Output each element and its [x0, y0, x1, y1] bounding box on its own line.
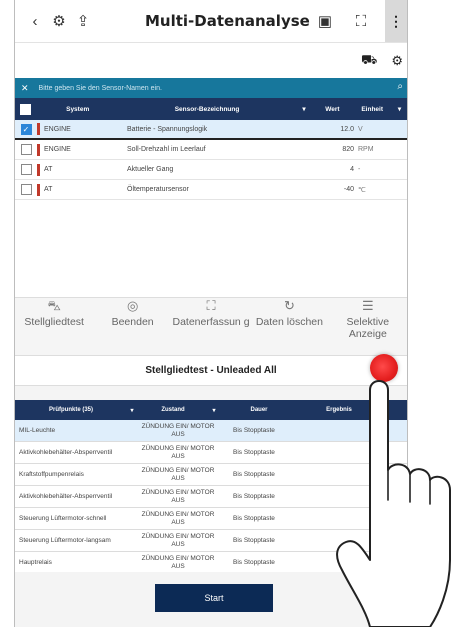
test-name-cell: Aktivkohlebehälter-Absperrventil: [19, 492, 113, 500]
sensor-table-empty-area: [15, 200, 407, 298]
title-bar: ‹ ⚙ ⇪ Multi-Datenanalyse ▣ ⛶ ⋮: [15, 0, 407, 42]
refresh-icon: ↻: [283, 298, 295, 313]
duration-cell: Bis Stopptaste: [233, 471, 275, 478]
value-cell: 4: [350, 166, 354, 173]
fullscreen-icon[interactable]: ⛶: [349, 13, 373, 30]
stellgliedtest-label: Stellgliedtest: [24, 316, 84, 328]
duration-cell: Bis Stopptaste: [233, 515, 275, 522]
selektive-anzeige-button[interactable]: ☰ Selektive Anzeige: [329, 298, 407, 355]
stellgliedtest-button[interactable]: ⛍ Stellgliedtest: [15, 298, 93, 355]
col-unit[interactable]: Einheit: [352, 106, 392, 113]
sensor-name-cell: Aktueller Gang: [127, 166, 174, 173]
page-title: Multi-Datenanalyse: [145, 12, 310, 30]
search-icon[interactable]: ⌕: [397, 81, 403, 92]
sensor-table-header: System Sensor-Bezeichnung ▾ Wert Einheit…: [15, 98, 407, 120]
value-cell: 820: [342, 146, 354, 153]
more-vert-icon[interactable]: ⋮: [385, 0, 407, 42]
search-input[interactable]: Bitte geben Sie den Sensor-Namen ein.: [39, 85, 162, 92]
datenerfassung-button[interactable]: ⛶ Datenerfassun g: [172, 298, 250, 355]
datenerfassung-label: Datenerfassun g: [172, 316, 250, 328]
state-cell: ZÜNDUNG EIN/ MOTOR AUS: [141, 445, 215, 460]
row-checkbox[interactable]: [20, 144, 32, 155]
settings-icon[interactable]: ⚙: [47, 12, 71, 30]
test-name-cell: Steuerung Lüftermotor-langsam: [19, 536, 111, 544]
system-cell: AT: [44, 186, 53, 193]
value-cell: -40: [343, 186, 354, 193]
action-bar: ⛍ Stellgliedtest ◎ Beenden ⛶ Datenerfass…: [15, 298, 407, 356]
panel-title: Stellgliedtest - Unleaded All: [145, 365, 277, 376]
sensor-name-cell: Öltemperatursensor: [127, 186, 189, 193]
system-cell: AT: [44, 166, 53, 173]
row-checkbox[interactable]: [20, 184, 32, 195]
col-pruefpunkte[interactable]: Prüfpunkte (35): [15, 407, 127, 413]
unit-cell: -: [358, 166, 361, 173]
test-name-cell: Hauptrelais: [19, 558, 52, 566]
system-cell: ENGINE: [44, 125, 71, 133]
table-row[interactable]: ENGINE Soll-Drehzahl im Leerlauf 820 RPM: [15, 140, 407, 160]
sensor-name-cell: Batterie - Spannungslogik: [127, 125, 208, 133]
row-checkbox[interactable]: ✓: [20, 123, 32, 135]
secondary-toolbar: ⛟ ⚙: [15, 42, 407, 78]
chevron-left-icon[interactable]: ‹: [23, 13, 47, 30]
select-all-checkbox[interactable]: [15, 103, 37, 115]
unit-cell: ℃: [358, 186, 366, 194]
col-dauer[interactable]: Dauer: [219, 407, 299, 413]
duration-cell: Bis Stopptaste: [233, 537, 275, 544]
test-name-cell: Aktivkohlebehälter-Absperrventil: [19, 448, 113, 456]
duration-cell: Bis Stopptaste: [233, 493, 275, 500]
title-bar-actions: ▣ ⛶ ⋮: [313, 0, 407, 42]
table-row[interactable]: ✓ ENGINE Batterie - Spannungslogik 12.0 …: [15, 120, 407, 140]
sort-dropdown-icon[interactable]: ▾: [296, 105, 313, 113]
unit-cell: RPM: [358, 146, 374, 153]
test-name-cell: Steuerung Lüftermotor-schnell: [19, 514, 107, 522]
col-sensor-name[interactable]: Sensor-Bezeichnung: [118, 106, 295, 113]
table-row[interactable]: AT Öltemperatursensor -40 ℃: [15, 180, 407, 200]
state-cell: ZÜNDUNG EIN/ MOTOR AUS: [141, 423, 215, 438]
state-cell: ZÜNDUNG EIN/ MOTOR AUS: [141, 533, 215, 548]
test-name-cell: Kraftstoffpumpenrelais: [19, 470, 84, 478]
start-button[interactable]: Start: [155, 584, 273, 612]
selektive-anzeige-label: Selektive Anzeige: [346, 316, 390, 340]
col-system[interactable]: System: [37, 106, 119, 113]
sensor-name-cell: Soll-Drehzahl im Leerlauf: [127, 146, 206, 153]
value-cell: 12.0: [340, 125, 354, 133]
col-value[interactable]: Wert: [312, 106, 352, 113]
pruefpunkte-dropdown-icon[interactable]: ▾: [127, 407, 137, 414]
system-cell: ENGINE: [44, 146, 71, 153]
export-icon[interactable]: ⇪: [71, 12, 95, 30]
zustand-dropdown-icon[interactable]: ▾: [209, 407, 219, 414]
vehicle-icon[interactable]: ▣: [313, 12, 337, 30]
daten-loeschen-button[interactable]: ↻ Daten löschen: [250, 298, 328, 355]
capture-icon: ⛶: [206, 298, 216, 313]
actuator-test-icon: ⛍: [47, 298, 61, 313]
pointing-hand-icon: [336, 380, 451, 627]
col-zustand[interactable]: Zustand: [137, 407, 209, 413]
test-name-cell: MIL-Leuchte: [19, 426, 56, 434]
unit-cell: V: [358, 125, 363, 133]
duration-cell: Bis Stopptaste: [233, 449, 275, 456]
stop-icon: ◎: [126, 298, 139, 313]
state-cell: ZÜNDUNG EIN/ MOTOR AUS: [141, 555, 215, 570]
beenden-label: Beenden: [111, 316, 154, 328]
row-checkbox[interactable]: [20, 164, 32, 175]
beenden-button[interactable]: ◎ Beenden: [93, 298, 171, 355]
state-cell: ZÜNDUNG EIN/ MOTOR AUS: [141, 489, 215, 504]
duration-cell: Bis Stopptaste: [233, 427, 275, 434]
daten-loeschen-label: Daten löschen: [255, 316, 323, 328]
list-icon: ☰: [362, 298, 374, 313]
unit-dropdown-icon[interactable]: ▾: [392, 105, 407, 113]
engine-icon[interactable]: ⚙: [391, 53, 403, 69]
state-cell: ZÜNDUNG EIN/ MOTOR AUS: [141, 467, 215, 482]
close-icon[interactable]: ✕: [21, 83, 29, 94]
duration-cell: Bis Stopptaste: [233, 559, 275, 566]
search-bar[interactable]: ✕ Bitte geben Sie den Sensor-Namen ein. …: [15, 78, 407, 98]
vehicle-check-icon[interactable]: ⛟: [361, 52, 377, 70]
state-cell: ZÜNDUNG EIN/ MOTOR AUS: [141, 511, 215, 526]
table-row[interactable]: AT Aktueller Gang 4 -: [15, 160, 407, 180]
